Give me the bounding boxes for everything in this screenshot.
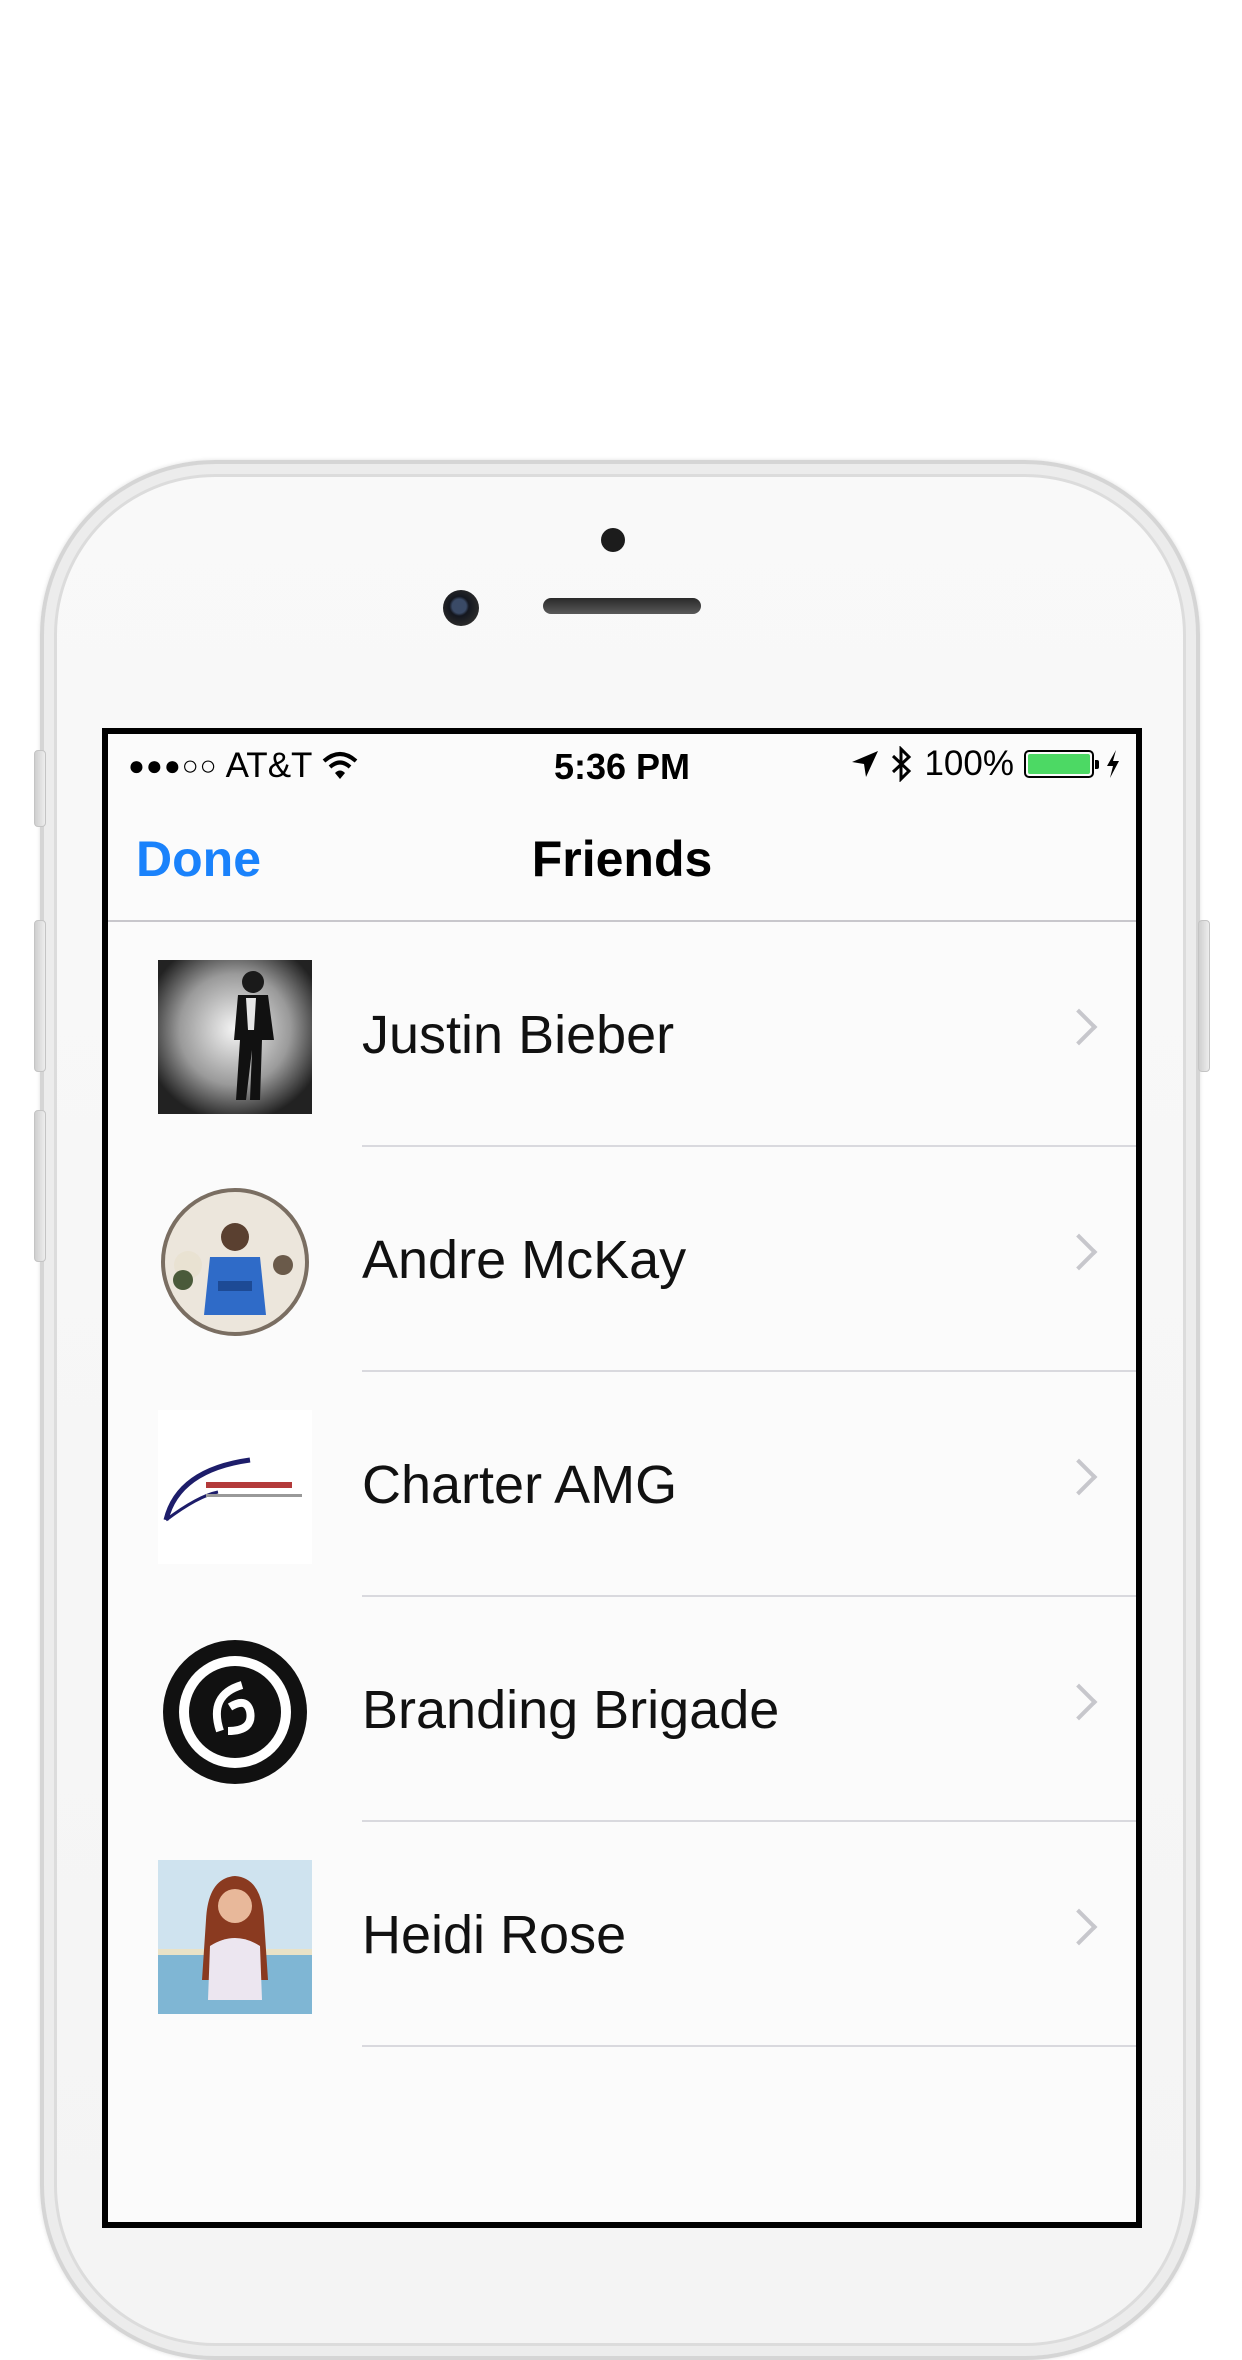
list-item[interactable]: Branding Brigade [108,1597,1136,1822]
chevron-right-icon [1060,1683,1098,1721]
battery-icon [1024,750,1099,778]
avatar [158,1410,312,1564]
phone-screen: ●●●○○ AT&T 5:36 PM 100% Done Friends Jus… [102,728,1142,2228]
list-item[interactable]: Charter AMG [108,1372,1136,1597]
proximity-sensor [601,528,625,552]
chevron-right-icon [1060,1908,1098,1946]
chevron-right-icon [1060,1458,1098,1496]
status-bar: ●●●○○ AT&T 5:36 PM 100% [108,734,1136,794]
battery-nub [1095,760,1099,769]
mute-switch [34,750,46,827]
app-screen: ●●●○○ AT&T 5:36 PM 100% Done Friends Jus… [108,734,1136,2222]
list-item[interactable]: Heidi Rose [108,1822,1136,2047]
battery-level [1028,754,1090,774]
location-arrow-icon [852,751,879,777]
power-button [1198,920,1210,1072]
bluetooth-icon [892,746,912,782]
friend-name: Charter AMG [362,1455,678,1515]
lightning-bolt-icon [1107,750,1119,778]
row-separator [362,2045,1136,2047]
avatar [158,1635,312,1789]
list-item[interactable]: Justin Bieber [108,922,1136,1147]
navigation-bar: Done Friends [108,794,1136,922]
avatar [158,1185,312,1339]
avatar [158,960,312,1114]
page-title: Friends [531,831,713,887]
friend-name: Justin Bieber [362,1005,675,1065]
volume-up-button [34,920,46,1072]
friend-name: Andre McKay [362,1230,687,1290]
earpiece-speaker [543,598,701,614]
chevron-right-icon [1060,1233,1098,1271]
friends-list: Justin Bieber Andre McKay Charter AMG Br… [108,922,1136,2047]
avatar [158,1860,312,2014]
status-bar-right: 100% [850,744,1122,784]
list-item[interactable]: Andre McKay [108,1147,1136,1372]
friend-name: Branding Brigade [362,1680,780,1740]
friend-name: Heidi Rose [362,1905,627,1965]
volume-down-button [34,1110,46,1262]
done-button[interactable]: Done [136,830,261,888]
chevron-right-icon [1060,1008,1098,1046]
front-camera [443,590,479,626]
battery-percentage: 100% [924,744,1014,783]
